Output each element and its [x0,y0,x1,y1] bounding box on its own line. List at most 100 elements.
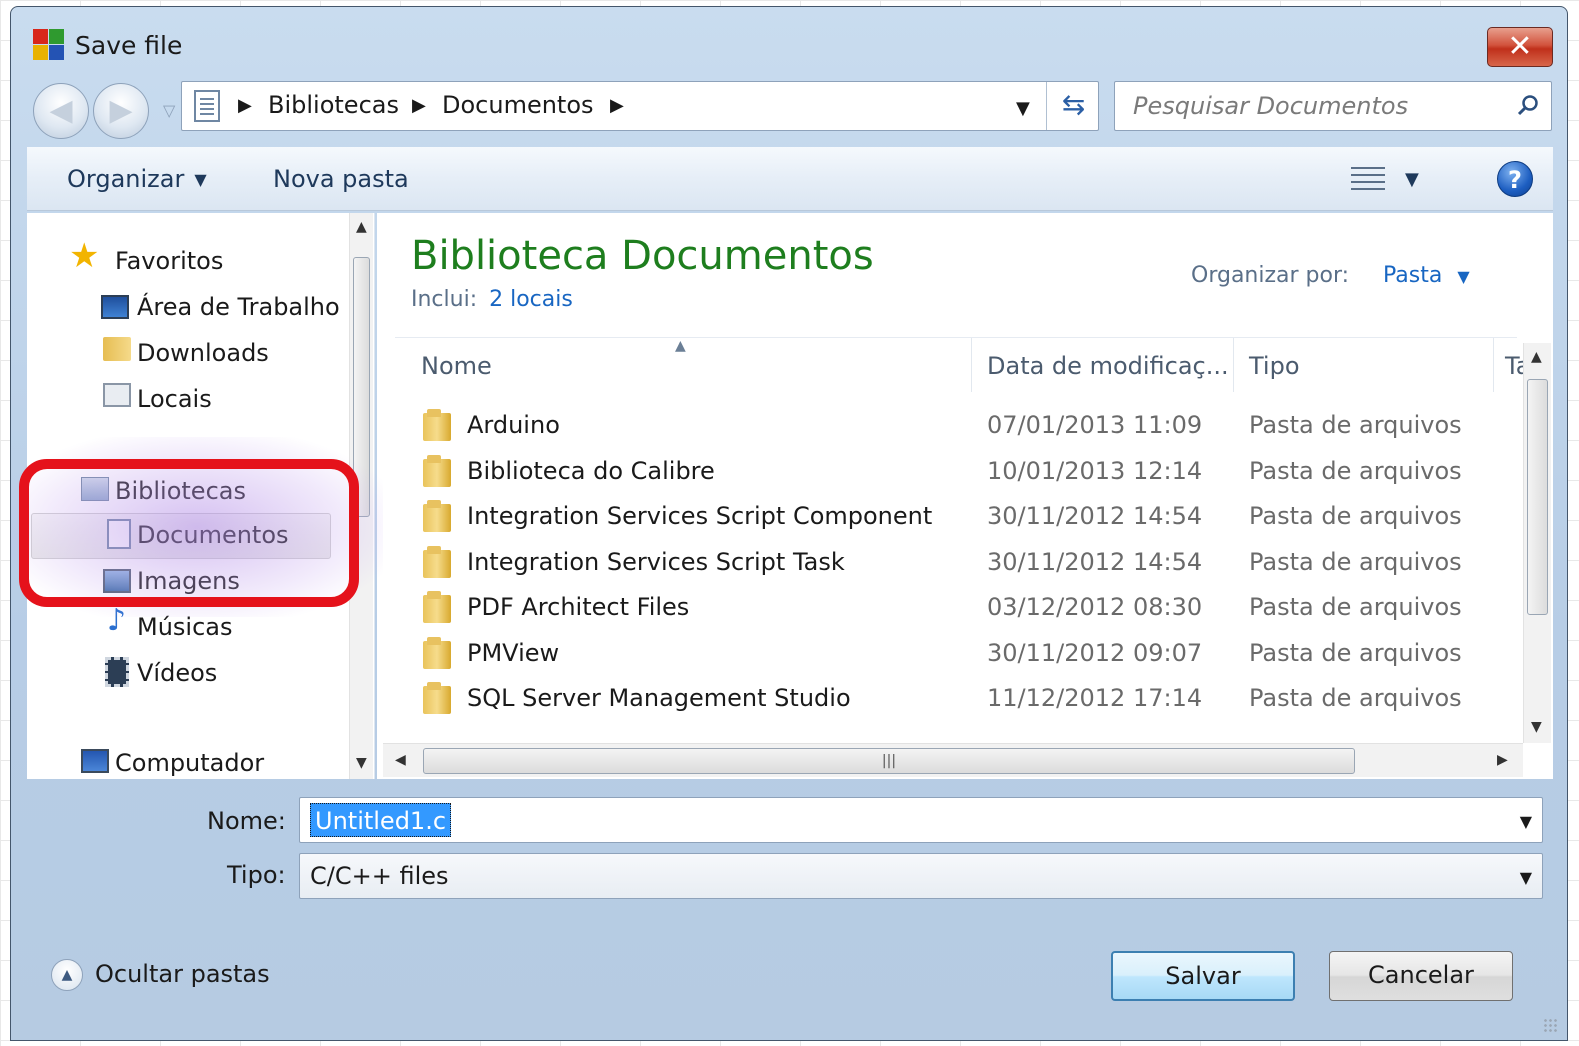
scroll-up-icon[interactable]: ▲ [1531,349,1542,365]
folder-icon [423,500,453,532]
search-input[interactable]: Pesquisar Documentos [1133,92,1408,120]
search-box[interactable]: Pesquisar Documentos [1114,81,1552,131]
scroll-down-icon[interactable]: ▼ [1531,719,1542,735]
file-date: 30/11/2012 09:07 [987,639,1203,667]
arrange-by-dropdown[interactable]: Pasta ▼ [1383,263,1470,288]
recent-places-icon [103,383,131,407]
title-bar: Save file ✕ [11,7,1567,77]
sidebar-item-documentos[interactable]: Documentos [137,521,289,549]
hide-folders-toggle[interactable]: ▲ Ocultar pastas [51,959,270,991]
file-date: 30/11/2012 14:54 [987,502,1203,530]
chevron-down-icon[interactable]: ▼ [1520,868,1532,887]
sidebar-item-area-de-trabalho[interactable]: Área de Trabalho [137,293,340,321]
scroll-down-icon[interactable]: ▼ [356,755,367,771]
file-type: Pasta de arquivos [1249,457,1462,485]
file-name: Integration Services Script Task [467,548,845,576]
organize-menu[interactable]: Organizar ▼ [67,165,207,193]
scroll-right-icon[interactable]: ▶ [1497,752,1508,768]
filename-field[interactable]: Untitled1.c ▼ [299,797,1543,843]
arrange-by-value: Pasta [1383,263,1443,288]
includes-locations-link[interactable]: 2 locais [489,287,573,312]
sidebar-item-musicas[interactable]: Músicas [137,613,233,641]
file-row[interactable]: PMView 30/11/2012 09:07 Pasta de arquivo… [395,631,1517,675]
filename-label: Nome: [207,807,286,835]
sidebar-item-computador[interactable]: Computador [115,749,264,777]
column-header-type[interactable]: Tipo [1249,352,1300,380]
file-type: Pasta de arquivos [1249,411,1462,439]
column-divider[interactable] [1493,338,1494,392]
file-date: 03/12/2012 08:30 [987,593,1203,621]
file-name: Arduino [467,411,560,439]
help-icon[interactable]: ? [1497,161,1533,197]
recent-pages-dropdown[interactable]: ▽ [163,101,175,120]
breadcrumb-documentos[interactable]: Documentos [442,91,594,119]
refresh-button[interactable]: ⇆ [1046,82,1100,130]
folder-icon [423,682,453,714]
column-header-date[interactable]: Data de modificaç... [987,352,1229,380]
file-name: PDF Architect Files [467,593,690,621]
file-row[interactable]: Arduino 07/01/2013 11:09 Pasta de arquiv… [395,403,1517,447]
file-row[interactable]: Biblioteca do Calibre 10/01/2013 12:14 P… [395,449,1517,493]
folder-icon [423,409,453,441]
column-divider[interactable] [1233,338,1234,392]
sidebar-item-imagens[interactable]: Imagens [137,567,240,595]
file-type: Pasta de arquivos [1249,639,1462,667]
document-library-icon [194,90,220,122]
search-icon[interactable] [1517,94,1539,116]
scroll-left-icon[interactable]: ◀ [395,752,406,768]
new-folder-button[interactable]: Nova pasta [273,165,409,193]
file-date: 11/12/2012 17:14 [987,684,1203,712]
sort-ascending-icon: ▲ [675,338,686,354]
back-button[interactable]: ◀ [33,83,89,139]
library-title: Biblioteca Documentos [411,233,874,279]
breadcrumb-separator-icon[interactable]: ▶ [238,95,252,116]
sidebar-item-favoritos[interactable]: Favoritos [115,247,223,275]
forward-button[interactable]: ▶ [93,83,149,139]
scrollbar-thumb[interactable]: ||| [423,748,1355,774]
pictures-icon [103,569,131,593]
resize-grip-icon[interactable] [1543,1018,1557,1032]
file-list-horizontal-scrollbar[interactable]: ◀ ||| ▶ [383,743,1523,777]
sidebar-item-bibliotecas[interactable]: Bibliotecas [115,477,246,505]
library-includes: Inclui: 2 locais [411,287,573,312]
scroll-up-icon[interactable]: ▲ [356,219,367,235]
column-header-name[interactable]: Nome [421,352,492,380]
chevron-down-icon[interactable]: ▼ [1520,812,1532,831]
filetype-select[interactable]: C/C++ files ▼ [299,853,1543,899]
file-list-vertical-scrollbar[interactable]: ▲ ▼ [1523,343,1551,743]
sidebar-item-locais[interactable]: Locais [137,385,212,413]
file-row[interactable]: PDF Architect Files 03/12/2012 08:30 Pas… [395,585,1517,629]
save-button[interactable]: Salvar [1111,951,1295,1001]
filename-input[interactable]: Untitled1.c [310,803,452,837]
arrange-by-label: Organizar por: [1191,263,1350,288]
documents-icon [107,519,131,549]
file-row[interactable]: Integration Services Script Component 30… [395,494,1517,538]
sidebar-item-downloads[interactable]: Downloads [137,339,269,367]
chevron-down-icon: ▼ [1457,267,1470,286]
cancel-button[interactable]: Cancelar [1329,951,1513,1001]
star-icon: ★ [69,236,100,276]
breadcrumb-bibliotecas[interactable]: Bibliotecas [268,91,399,119]
view-options-dropdown-icon[interactable]: ▼ [1405,169,1419,190]
sidebar-item-videos[interactable]: Vídeos [137,659,217,687]
view-details-icon[interactable] [1351,165,1385,191]
file-type: Pasta de arquivos [1249,502,1462,530]
folder-icon [423,455,453,487]
navigation-scrollbar[interactable]: ▲ ▼ [349,213,373,779]
file-row[interactable]: Integration Services Script Task 30/11/2… [395,540,1517,584]
breadcrumb-separator-icon[interactable]: ▶ [610,95,624,116]
hide-folders-label: Ocultar pastas [95,960,270,988]
collapse-up-icon: ▲ [51,959,83,991]
file-row[interactable]: SQL Server Management Studio 11/12/2012 … [395,676,1517,720]
computer-icon [81,749,109,773]
videos-icon [105,657,129,687]
scrollbar-thumb[interactable] [1527,379,1548,615]
close-button[interactable]: ✕ [1487,27,1553,67]
back-arrow-icon: ◀ [49,93,73,128]
address-bar[interactable]: ▶ Bibliotecas ▶ Documentos ▶ ▼ ⇆ [181,81,1099,131]
command-toolbar: Organizar ▼ Nova pasta ▼ ? [27,147,1553,211]
breadcrumb-separator-icon[interactable]: ▶ [412,95,426,116]
address-dropdown-icon[interactable]: ▼ [1016,98,1030,119]
scrollbar-thumb[interactable] [353,257,370,517]
column-divider[interactable] [971,338,972,392]
